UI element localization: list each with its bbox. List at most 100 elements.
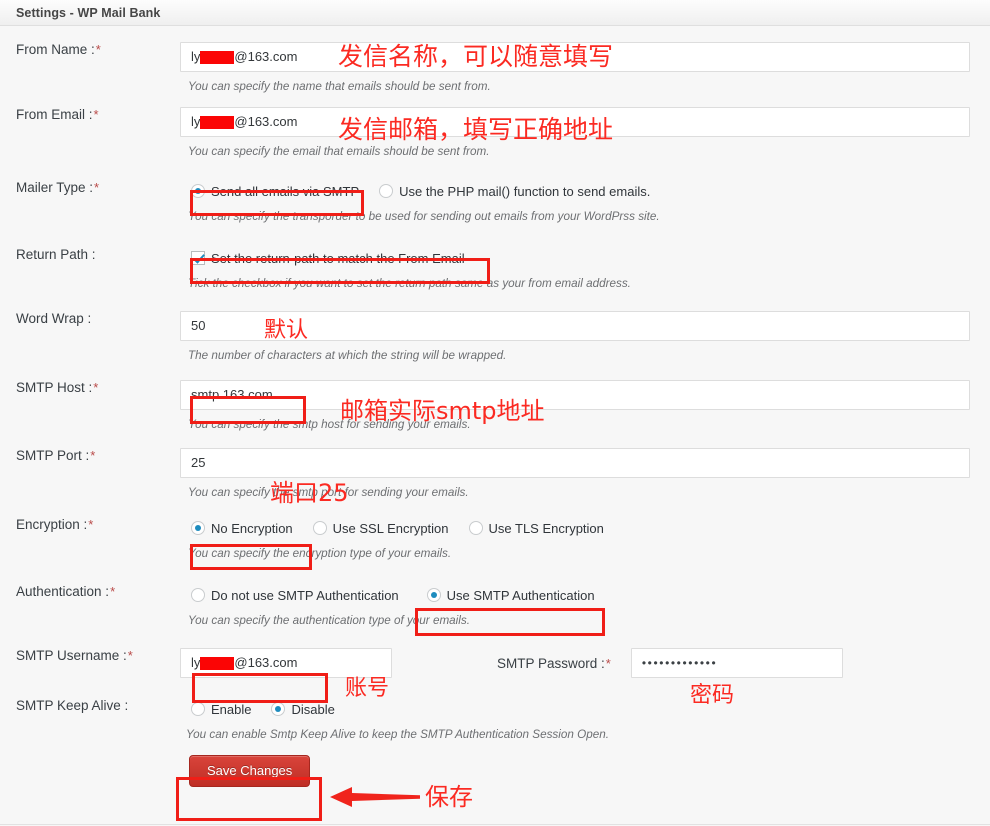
from-email-value: ly@163.com bbox=[191, 108, 297, 136]
checkbox-return-path[interactable]: Set the return-path to match the From Em… bbox=[188, 249, 468, 268]
required-marker: * bbox=[96, 42, 101, 57]
label-return-path: Return Path : bbox=[0, 247, 180, 262]
radio-tls-encryption[interactable]: Use TLS Encryption bbox=[466, 519, 607, 538]
left-arrow-icon bbox=[330, 786, 420, 808]
help-smtp-host: You can specify the smtp host for sendin… bbox=[188, 418, 990, 432]
radio-indicator-icon bbox=[313, 521, 327, 535]
radio-indicator-icon bbox=[191, 588, 205, 602]
annotation-smtp-port: 端口25 bbox=[270, 481, 349, 505]
mailer-type-options: Send all emails via SMTP Use the PHP mai… bbox=[188, 180, 990, 202]
label-from-name-text: From Name : bbox=[16, 42, 95, 57]
redaction-block bbox=[200, 657, 234, 670]
radio-indicator-icon bbox=[191, 702, 205, 716]
field-return-path: Set the return-path to match the From Em… bbox=[180, 247, 990, 291]
row-return-path: Return Path : Set the return-path to mat… bbox=[0, 224, 990, 291]
radio-use-smtp-auth[interactable]: Use SMTP Authentication bbox=[424, 586, 598, 605]
row-smtp-port: SMTP Port :* 25 You can specify the smtp… bbox=[0, 432, 990, 500]
help-from-name: You can specify the name that emails sho… bbox=[188, 80, 990, 94]
field-mailer-type: Send all emails via SMTP Use the PHP mai… bbox=[180, 180, 990, 224]
redaction-block bbox=[200, 51, 234, 64]
help-return-path: Tick the checkbox if you want to set the… bbox=[188, 277, 990, 291]
field-authentication: Do not use SMTP Authentication Use SMTP … bbox=[180, 584, 990, 628]
annotation-smtp-password: 密码 bbox=[690, 685, 734, 707]
radio-use-php-mail[interactable]: Use the PHP mail() function to send emai… bbox=[376, 182, 653, 201]
checkbox-indicator-icon bbox=[191, 251, 205, 265]
field-save: Save Changes bbox=[180, 755, 990, 787]
radio-label: Use SMTP Authentication bbox=[447, 588, 595, 603]
label-from-email: From Email :* bbox=[0, 107, 180, 122]
encryption-options: No Encryption Use SSL Encryption Use TLS… bbox=[188, 517, 990, 539]
required-marker: * bbox=[128, 648, 133, 663]
save-changes-button[interactable]: Save Changes bbox=[189, 755, 310, 787]
label-mailer-type: Mailer Type :* bbox=[0, 180, 180, 195]
radio-no-encryption[interactable]: No Encryption bbox=[188, 519, 296, 538]
bottom-divider bbox=[0, 824, 990, 825]
row-authentication: Authentication :* Do not use SMTP Authen… bbox=[0, 561, 990, 628]
field-smtp-host: smtp.163.com You can specify the smtp ho… bbox=[180, 380, 990, 432]
radio-label: Enable bbox=[211, 702, 251, 717]
label-encryption-text: Encryption : bbox=[16, 517, 87, 532]
required-marker: * bbox=[93, 380, 98, 395]
row-mailer-type: Mailer Type :* Send all emails via SMTP … bbox=[0, 159, 990, 224]
label-from-name: From Name :* bbox=[0, 42, 180, 57]
radio-indicator-icon bbox=[271, 702, 285, 716]
window-title-bar: Settings - WP Mail Bank bbox=[0, 0, 990, 26]
radio-ssl-encryption[interactable]: Use SSL Encryption bbox=[310, 519, 452, 538]
radio-label: Disable bbox=[291, 702, 334, 717]
row-save: Save Changes bbox=[0, 742, 990, 787]
label-authentication: Authentication :* bbox=[0, 584, 180, 599]
help-from-email: You can specify the email that emails sh… bbox=[188, 145, 990, 159]
annotation-smtp-username: 账号 bbox=[345, 678, 389, 700]
radio-keep-alive-disable[interactable]: Disable bbox=[268, 700, 337, 719]
label-smtp-keep-alive-text: SMTP Keep Alive : bbox=[16, 698, 128, 713]
label-word-wrap-text: Word Wrap : bbox=[16, 311, 91, 326]
help-word-wrap: The number of characters at which the st… bbox=[188, 349, 990, 363]
row-word-wrap: Word Wrap : 50 The number of characters … bbox=[0, 291, 990, 363]
arrow-to-save-button bbox=[330, 786, 420, 808]
annotation-save: 保存 bbox=[425, 785, 473, 809]
required-marker: * bbox=[90, 448, 95, 463]
required-marker: * bbox=[110, 584, 115, 599]
from-name-value: ly@163.com bbox=[191, 43, 297, 71]
smtp-username-input[interactable]: ly@163.com bbox=[180, 648, 392, 678]
smtp-password-value: ••••••••••••• bbox=[642, 656, 717, 670]
field-encryption: No Encryption Use SSL Encryption Use TLS… bbox=[180, 517, 990, 561]
annotation-smtp-host: 邮箱实际smtp地址 bbox=[340, 399, 545, 423]
annotation-from-email: 发信邮箱，填写正确地址 bbox=[338, 117, 613, 142]
label-smtp-keep-alive: SMTP Keep Alive : bbox=[0, 698, 180, 713]
label-smtp-password: SMTP Password :* bbox=[497, 656, 611, 671]
label-authentication-text: Authentication : bbox=[16, 584, 109, 599]
required-marker: * bbox=[94, 107, 99, 122]
radio-label: Use SSL Encryption bbox=[333, 521, 449, 536]
label-smtp-host-text: SMTP Host : bbox=[16, 380, 92, 395]
smtp-port-input[interactable]: 25 bbox=[180, 448, 970, 478]
label-word-wrap: Word Wrap : bbox=[0, 311, 180, 326]
required-marker: * bbox=[88, 517, 93, 532]
row-smtp-keep-alive: SMTP Keep Alive : Enable Disable You can… bbox=[0, 678, 990, 742]
return-path-options: Set the return-path to match the From Em… bbox=[188, 247, 990, 269]
radio-label: Use the PHP mail() function to send emai… bbox=[399, 184, 650, 199]
label-smtp-username: SMTP Username :* bbox=[0, 648, 180, 663]
annotation-from-name: 发信名称，可以随意填写 bbox=[338, 44, 613, 69]
radio-indicator-icon bbox=[427, 588, 441, 602]
required-marker: * bbox=[94, 180, 99, 195]
radio-indicator-icon bbox=[191, 184, 205, 198]
label-mailer-type-text: Mailer Type : bbox=[16, 180, 93, 195]
label-smtp-port: SMTP Port :* bbox=[0, 448, 180, 463]
redaction-block bbox=[200, 116, 234, 129]
radio-label: Do not use SMTP Authentication bbox=[211, 588, 399, 603]
help-mailer-type: You can specify the transporder to be us… bbox=[188, 210, 990, 224]
label-smtp-port-text: SMTP Port : bbox=[16, 448, 89, 463]
radio-send-via-smtp[interactable]: Send all emails via SMTP bbox=[188, 182, 362, 201]
radio-label: Send all emails via SMTP bbox=[211, 184, 359, 199]
radio-no-smtp-auth[interactable]: Do not use SMTP Authentication bbox=[188, 586, 402, 605]
radio-label: Use TLS Encryption bbox=[489, 521, 604, 536]
smtp-password-input[interactable]: ••••••••••••• bbox=[631, 648, 843, 678]
label-return-path-text: Return Path : bbox=[16, 247, 96, 262]
label-encryption: Encryption :* bbox=[0, 517, 180, 532]
smtp-host-input[interactable]: smtp.163.com bbox=[180, 380, 970, 410]
label-smtp-host: SMTP Host :* bbox=[0, 380, 180, 395]
radio-keep-alive-enable[interactable]: Enable bbox=[188, 700, 254, 719]
help-encryption: You can specify the encryption type of y… bbox=[188, 547, 990, 561]
required-marker: * bbox=[606, 656, 611, 671]
